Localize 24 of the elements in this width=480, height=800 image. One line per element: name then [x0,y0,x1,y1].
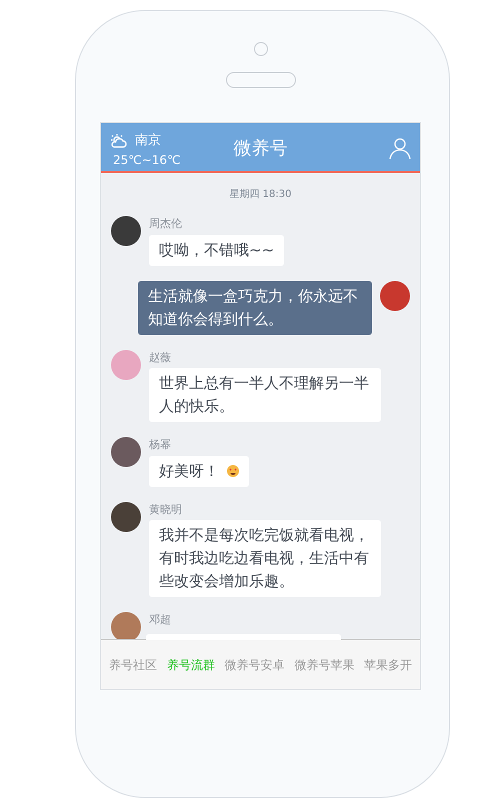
tab[interactable]: 微养号安卓 [224,656,284,674]
tab[interactable]: 养号流群 [166,656,215,674]
temperature-label: 25℃~16℃ [113,152,181,168]
message-bubble: 哎呦，不错哦~~ [149,234,284,266]
message-bubble: 生活就像一盒巧克力，你永远不知道你会得到什么。 [138,280,372,334]
sender-name: 黄晓明 [149,502,182,518]
sender-name: 邓超 [149,612,171,628]
message-bubble: 好美呀！ [149,456,249,486]
timestamp: 星期四 18:30 [228,188,292,202]
message-bubble: 世界上总有一半人不理解另一半人的快乐。 [149,368,381,422]
camera-icon [254,42,268,56]
input-field[interactable] [146,634,341,640]
sender-name: 周杰伦 [149,216,182,232]
sender-name: 赵薇 [149,350,171,366]
message-bubble: 我并不是每次吃完饭就看电视，有时我边吃边看电视，生活中有些改变会增加乐趣。 [149,520,381,597]
user-icon[interactable] [388,136,412,160]
speaker-icon [226,72,296,88]
tab[interactable]: 苹果多开 [364,656,412,674]
tab[interactable]: 养号社区 [109,656,157,674]
app-title: 微养号 [234,138,288,159]
tab[interactable]: 微养号苹果 [294,656,354,674]
weather-icon [109,132,127,149]
sender-name: 杨幂 [149,437,171,453]
city-label: 南京 [135,132,161,150]
